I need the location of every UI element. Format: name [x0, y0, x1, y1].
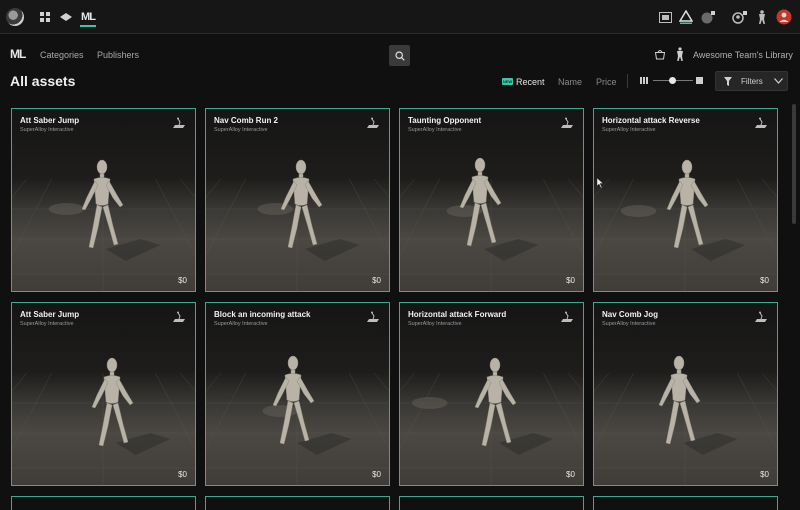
- asset-card[interactable]: Block an incoming attack SuperAlloy Inte…: [205, 302, 390, 486]
- apps-grid-icon[interactable]: [37, 9, 53, 25]
- asset-price: $0: [566, 276, 575, 285]
- library-label[interactable]: Awesome Team's Library: [693, 50, 793, 60]
- asset-publisher: SuperAlloy Interactive: [408, 127, 462, 133]
- media-icon[interactable]: [657, 9, 673, 25]
- store-logo[interactable]: ML: [10, 47, 26, 61]
- mannequin-figure: [658, 355, 701, 445]
- grid-view-icon[interactable]: [640, 77, 649, 84]
- animation-type-icon: [173, 311, 185, 322]
- asset-card[interactable]: Nav Comb Run 2 SuperAlloy Interactive $0: [205, 108, 390, 292]
- asset-name: Horizontal attack Forward: [408, 310, 507, 319]
- asset-publisher: SuperAlloy Interactive: [214, 127, 268, 133]
- page-title: All assets: [10, 73, 76, 89]
- sort-recent[interactable]: Recent: [516, 77, 545, 87]
- asset-name: Nav Comb Run 2: [214, 116, 279, 125]
- animation-type-icon: [755, 117, 767, 128]
- animation-type-icon: [367, 117, 379, 128]
- mannequin-figure: [666, 159, 709, 249]
- asset-name: Nav Comb Jog: [602, 310, 659, 319]
- nav-categories[interactable]: Categories: [40, 50, 84, 60]
- user-avatar-icon[interactable]: [776, 9, 792, 25]
- scrollbar[interactable]: [792, 104, 796, 224]
- slider-handle[interactable]: [669, 77, 676, 84]
- account-lock-icon[interactable]: [732, 9, 748, 25]
- asset-card-partial[interactable]: [11, 496, 196, 510]
- asset-name: Att Saber Jump: [20, 310, 80, 319]
- app-logo-icon[interactable]: [6, 8, 24, 26]
- sort-price[interactable]: Price: [596, 77, 617, 87]
- asset-price: $0: [372, 276, 381, 285]
- animation-type-icon: [561, 311, 573, 322]
- asset-card[interactable]: Horizontal attack Forward SuperAlloy Int…: [399, 302, 584, 486]
- asset-publisher: SuperAlloy Interactive: [20, 127, 74, 133]
- basket-icon[interactable]: [654, 48, 666, 60]
- mannequin-figure: [280, 159, 323, 249]
- diamond-icon[interactable]: [58, 9, 74, 25]
- asset-price: $0: [566, 470, 575, 479]
- asset-price: $0: [178, 276, 187, 285]
- asset-card[interactable]: Nav Comb Jog SuperAlloy Interactive $0: [593, 302, 778, 486]
- animation-type-icon: [173, 117, 185, 128]
- animation-type-icon: [561, 117, 573, 128]
- asset-name: Att Saber Jump: [20, 116, 80, 125]
- mannequin-figure: [474, 357, 517, 447]
- filter-icon: [724, 77, 732, 86]
- lock-circle-icon[interactable]: [700, 9, 716, 25]
- mannequin-figure: [272, 355, 315, 445]
- filters-button[interactable]: Filters: [715, 71, 788, 91]
- asset-manager-icon[interactable]: [678, 9, 694, 25]
- asset-publisher: SuperAlloy Interactive: [602, 127, 656, 133]
- search-icon: [394, 50, 405, 61]
- asset-name: Horizontal attack Reverse: [602, 116, 700, 125]
- ml-icon[interactable]: ML: [80, 9, 96, 27]
- asset-card-partial[interactable]: [205, 496, 390, 510]
- ml-label: ML: [81, 11, 96, 23]
- asset-price: $0: [178, 470, 187, 479]
- large-view-icon[interactable]: [696, 77, 703, 84]
- character-icon[interactable]: [676, 47, 684, 61]
- search-button[interactable]: [389, 45, 410, 66]
- asset-publisher: SuperAlloy Interactive: [408, 321, 462, 327]
- mannequin-figure: [81, 159, 124, 249]
- asset-publisher: SuperAlloy Interactive: [214, 321, 268, 327]
- sort-name[interactable]: Name: [558, 77, 582, 87]
- asset-publisher: SuperAlloy Interactive: [20, 321, 74, 327]
- animation-type-icon: [755, 311, 767, 322]
- asset-price: $0: [760, 276, 769, 285]
- asset-card[interactable]: Horizontal attack Reverse SuperAlloy Int…: [593, 108, 778, 292]
- asset-card[interactable]: Taunting Opponent SuperAlloy Interactive…: [399, 108, 584, 292]
- filters-label: Filters: [741, 77, 763, 86]
- nav-row: ML Categories Publishers Awesome Team's …: [0, 44, 800, 66]
- asset-price: $0: [760, 470, 769, 479]
- asset-price: $0: [372, 470, 381, 479]
- asset-card-partial[interactable]: [593, 496, 778, 510]
- asset-name: Taunting Opponent: [408, 116, 482, 125]
- asset-publisher: SuperAlloy Interactive: [602, 321, 656, 327]
- new-badge: NEW: [502, 78, 513, 85]
- asset-name: Block an incoming attack: [214, 310, 311, 319]
- mouse-cursor-icon: [597, 178, 604, 188]
- chevron-down-icon: [774, 78, 783, 84]
- mannequin-figure: [459, 157, 502, 247]
- asset-card[interactable]: Att Saber Jump SuperAlloy Interactive $0: [11, 302, 196, 486]
- mannequin-figure: [91, 357, 134, 447]
- person-icon[interactable]: [754, 9, 770, 25]
- divider: [627, 74, 628, 88]
- animation-type-icon: [367, 311, 379, 322]
- nav-publishers[interactable]: Publishers: [97, 50, 139, 60]
- asset-card-partial[interactable]: [399, 496, 584, 510]
- asset-card[interactable]: Att Saber Jump SuperAlloy Interactive $0: [11, 108, 196, 292]
- top-bar: ML: [0, 0, 800, 34]
